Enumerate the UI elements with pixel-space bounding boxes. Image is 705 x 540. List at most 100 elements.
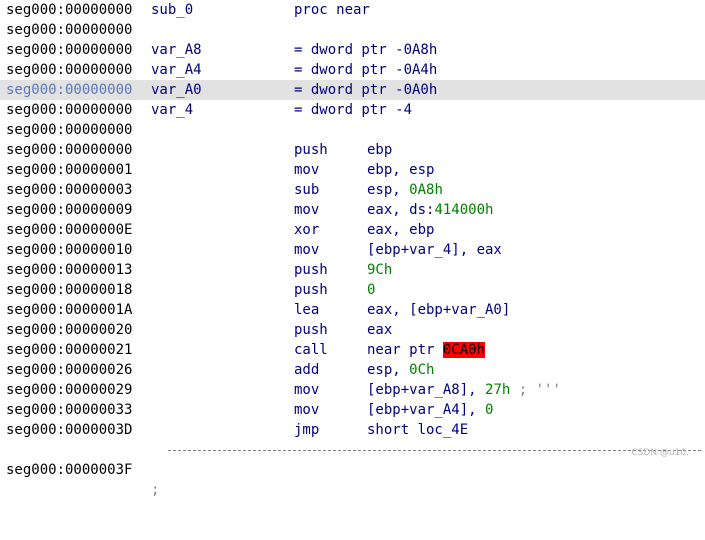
line-address: seg000:0000001A [6, 302, 133, 318]
disassembly-listing[interactable]: seg000:00000000 sub_0 proc near seg000:0000… [0, 0, 705, 498]
operand-text: short loc_4E [367, 422, 469, 438]
listing-line[interactable]: seg000:00000026 add esp, 0Ch [0, 360, 705, 380]
listing-line[interactable]: seg000:0000001A lea eax, [ebp+var_A0] [0, 300, 705, 320]
listing-line[interactable]: seg000:00000001 mov ebp, esp [0, 160, 705, 180]
listing-line[interactable]: seg000:00000000 [0, 120, 705, 140]
line-mnemonic: proc near [294, 2, 370, 18]
line-address: seg000:00000013 [6, 262, 133, 278]
separator-line[interactable]: seg000:0000003F ; [0, 440, 705, 498]
operand-text: eax, [ebp+var_A0] [367, 302, 511, 318]
line-address: seg000:00000020 [6, 322, 133, 338]
separator-dashes [168, 450, 701, 451]
operand-text: [ebp+var_4], eax [367, 242, 502, 258]
listing-line[interactable]: seg000:00000029 mov [ebp+var_A8], 27h ; ''… [0, 380, 705, 400]
line-mnemonic: call [294, 342, 328, 358]
line-mnemonic: mov [294, 162, 320, 178]
line-label[interactable]: var_A8 [151, 40, 202, 60]
line-mnemonic: add [294, 362, 320, 378]
line-operands[interactable]: near ptr 0CA0h [367, 340, 486, 360]
listing-line[interactable]: seg000:00000033 mov [ebp+var_A4], 0 [0, 400, 705, 420]
line-address: seg000:0000003D [6, 422, 133, 438]
operand-text: eax [367, 322, 393, 338]
listing-line[interactable]: seg000:00000003 sub esp, 0A8h [0, 180, 705, 200]
operand-text: [ebp+var_A8], [367, 382, 486, 398]
line-address: seg000:00000000 [6, 82, 133, 98]
listing-line[interactable]: seg000:00000020 push eax [0, 320, 705, 340]
line-mnemonic: mov [294, 402, 320, 418]
line-operands[interactable]: short loc_4E [367, 420, 468, 440]
line-address: seg000:00000000 [6, 62, 133, 78]
line-address: seg000:00000000 [6, 102, 133, 118]
listing-line[interactable]: seg000:00000018 push 0 [0, 280, 705, 300]
line-label[interactable]: var_A4 [151, 60, 202, 80]
line-mnemonic: sub [294, 182, 320, 198]
listing-line[interactable]: seg000:00000009 mov eax, ds:414000h [0, 200, 705, 220]
line-operands[interactable]: eax, [ebp+var_A0] [367, 300, 510, 320]
operand-text: [ebp+var_A4], [367, 402, 486, 418]
operand-number: 0Ch [409, 362, 435, 378]
operand-text: eax, ds: [367, 202, 435, 218]
listing-line[interactable]: seg000:00000021 call near ptr 0CA0h [0, 340, 705, 360]
operand-text: esp, [367, 182, 410, 198]
line-address: seg000:00000033 [6, 402, 133, 418]
line-address: seg000:00000000 [6, 142, 133, 158]
line-mnemonic: xor [294, 222, 320, 238]
operand-text: esp, [367, 362, 410, 378]
listing-line[interactable]: seg000:00000000 var_A4 = dword ptr -0A4h [0, 60, 705, 80]
line-mnemonic: push [294, 262, 328, 278]
line-operands[interactable]: esp, 0A8h [367, 180, 443, 200]
line-mnemonic: = dword ptr -4 [294, 102, 413, 118]
line-operands[interactable]: [ebp+var_A8], 27h ; ''' [367, 380, 561, 400]
line-mnemonic: jmp [294, 422, 320, 438]
line-address: seg000:00000026 [6, 362, 133, 378]
line-address: seg000:0000000E [6, 222, 133, 238]
line-operands[interactable]: 0 [367, 280, 375, 300]
listing-line[interactable]: seg000:00000000 var_4 = dword ptr -4 [0, 100, 705, 120]
line-mnemonic: lea [294, 302, 320, 318]
line-address: seg000:00000000 [6, 22, 133, 38]
line-address: seg000:00000010 [6, 242, 133, 258]
operand-text: ebp, esp [367, 162, 435, 178]
line-address: seg000:00000003 [6, 182, 133, 198]
listing-line[interactable]: seg000:0000000E xor eax, ebp [0, 220, 705, 240]
line-operands[interactable]: eax, ebp [367, 220, 434, 240]
listing-line[interactable]: seg000:00000013 push 9Ch [0, 260, 705, 280]
line-comment: ; ''' [510, 382, 561, 398]
operand-text: eax, ebp [367, 222, 435, 238]
line-address: seg000:00000029 [6, 382, 133, 398]
line-address: seg000:00000000 [6, 42, 133, 58]
line-operands[interactable]: ebp, esp [367, 160, 434, 180]
operand-number: 27h [485, 382, 511, 398]
operand-number: 0 [485, 402, 494, 418]
separator-semicolon: ; [151, 482, 160, 498]
operand-number: 0A8h [409, 182, 443, 198]
line-label[interactable]: var_A0 [151, 80, 202, 100]
operand-unresolved-address: 0CA0h [442, 342, 486, 358]
listing-line[interactable]: seg000:00000000 var_A8 = dword ptr -0A8h [0, 40, 705, 60]
listing-line[interactable]: seg000:00000000 push ebp [0, 140, 705, 160]
line-operands[interactable]: eax, ds:414000h [367, 200, 493, 220]
line-operands[interactable]: [ebp+var_A4], 0 [367, 400, 493, 420]
operand-number: 414000h [434, 202, 494, 218]
line-label[interactable]: sub_0 [151, 0, 193, 20]
line-mnemonic: mov [294, 202, 320, 218]
operand-number: 0 [367, 282, 376, 298]
line-operands[interactable]: [ebp+var_4], eax [367, 240, 502, 260]
listing-line[interactable]: seg000:00000000 sub_0 proc near [0, 0, 705, 20]
watermark: CSDN @u10. [631, 448, 689, 458]
listing-line[interactable]: seg000:0000003D jmp short loc_4E [0, 420, 705, 440]
line-mnemonic: push [294, 282, 328, 298]
line-operands[interactable]: ebp [367, 140, 392, 160]
line-operands[interactable]: eax [367, 320, 392, 340]
listing-line[interactable]: seg000:00000000 [0, 20, 705, 40]
line-address: seg000:00000000 [6, 2, 133, 18]
listing-line[interactable]: seg000:00000000 var_A0 = dword ptr -0A0h [0, 80, 705, 100]
line-label[interactable]: var_4 [151, 100, 193, 120]
listing-line[interactable]: seg000:00000010 mov [ebp+var_4], eax [0, 240, 705, 260]
operand-text: ebp [367, 142, 393, 158]
separator-address: seg000:0000003F [6, 462, 133, 478]
line-mnemonic: = dword ptr -0A0h [294, 82, 438, 98]
line-address: seg000:00000009 [6, 202, 133, 218]
line-operands[interactable]: 9Ch [367, 260, 392, 280]
line-operands[interactable]: esp, 0Ch [367, 360, 434, 380]
